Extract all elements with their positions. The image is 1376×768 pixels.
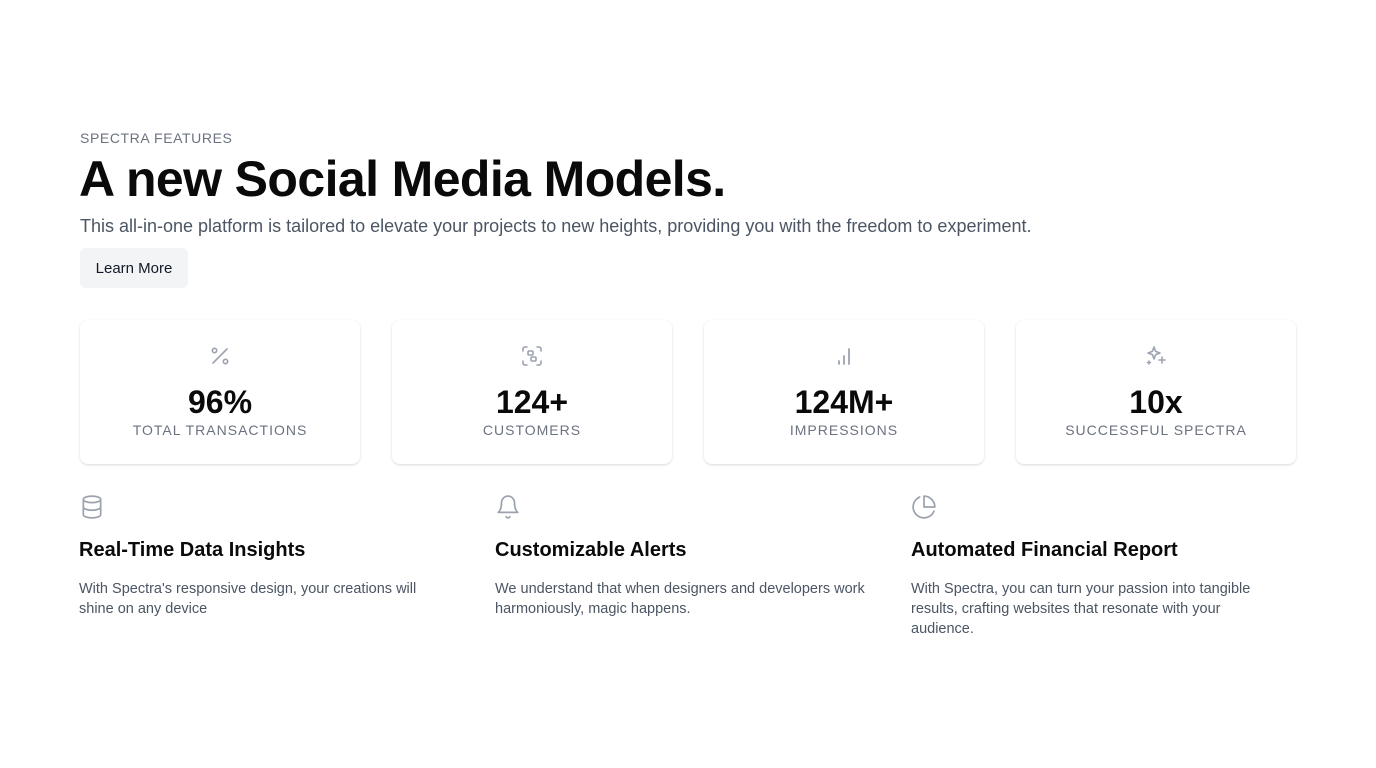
feature-description: With Spectra's responsive design, your c… <box>79 581 417 617</box>
stat-label: SUCCESSFUL SPECTRA <box>1065 422 1247 438</box>
sparkles-icon <box>1144 344 1168 368</box>
feature-financial-report: Automated Financial Report With Spectra,… <box>911 494 1281 637</box>
stat-card-successful: 10x SUCCESSFUL SPECTRA <box>1016 320 1296 464</box>
bar-chart-icon <box>832 344 856 368</box>
stat-label: CUSTOMERS <box>482 422 582 438</box>
bell-icon <box>495 494 521 520</box>
database-icon <box>79 494 105 520</box>
feature-description: With Spectra, you can turn your passion … <box>911 581 1251 637</box>
stat-label: IMPRESSIONS <box>789 422 899 438</box>
feature-data-insights: Real-Time Data Insights With Spectra's r… <box>79 494 449 617</box>
stat-card-customers: 124+ CUSTOMERS <box>392 320 672 464</box>
stat-value: 96% <box>187 384 253 420</box>
percent-icon <box>208 344 232 368</box>
stat-label: TOTAL TRANSACTIONS <box>132 422 308 438</box>
learn-more-button[interactable]: Learn More <box>80 248 188 288</box>
feature-customizable-alerts: Customizable Alerts We understand that w… <box>495 494 865 617</box>
stat-value: 10x <box>1129 384 1183 420</box>
page-subtitle: This all-in-one platform is tailored to … <box>80 216 1032 236</box>
feature-title: Customizable Alerts <box>495 539 687 561</box>
stat-card-transactions: 96% TOTAL TRANSACTIONS <box>80 320 360 464</box>
features-section: SPECTRA FEATURES A new Social Media Mode… <box>0 0 1376 768</box>
page-title: A new Social Media Models. <box>79 151 726 207</box>
stat-card-impressions: 124M+ IMPRESSIONS <box>704 320 984 464</box>
feature-title: Real-Time Data Insights <box>79 539 306 561</box>
feature-title: Automated Financial Report <box>911 539 1178 561</box>
pie-chart-icon <box>911 494 937 520</box>
feature-description: We understand that when designers and de… <box>495 581 865 617</box>
stat-value: 124+ <box>495 384 569 420</box>
stat-value: 124M+ <box>794 384 894 420</box>
scan-users-icon <box>520 344 544 368</box>
section-eyebrow: SPECTRA FEATURES <box>80 130 233 146</box>
